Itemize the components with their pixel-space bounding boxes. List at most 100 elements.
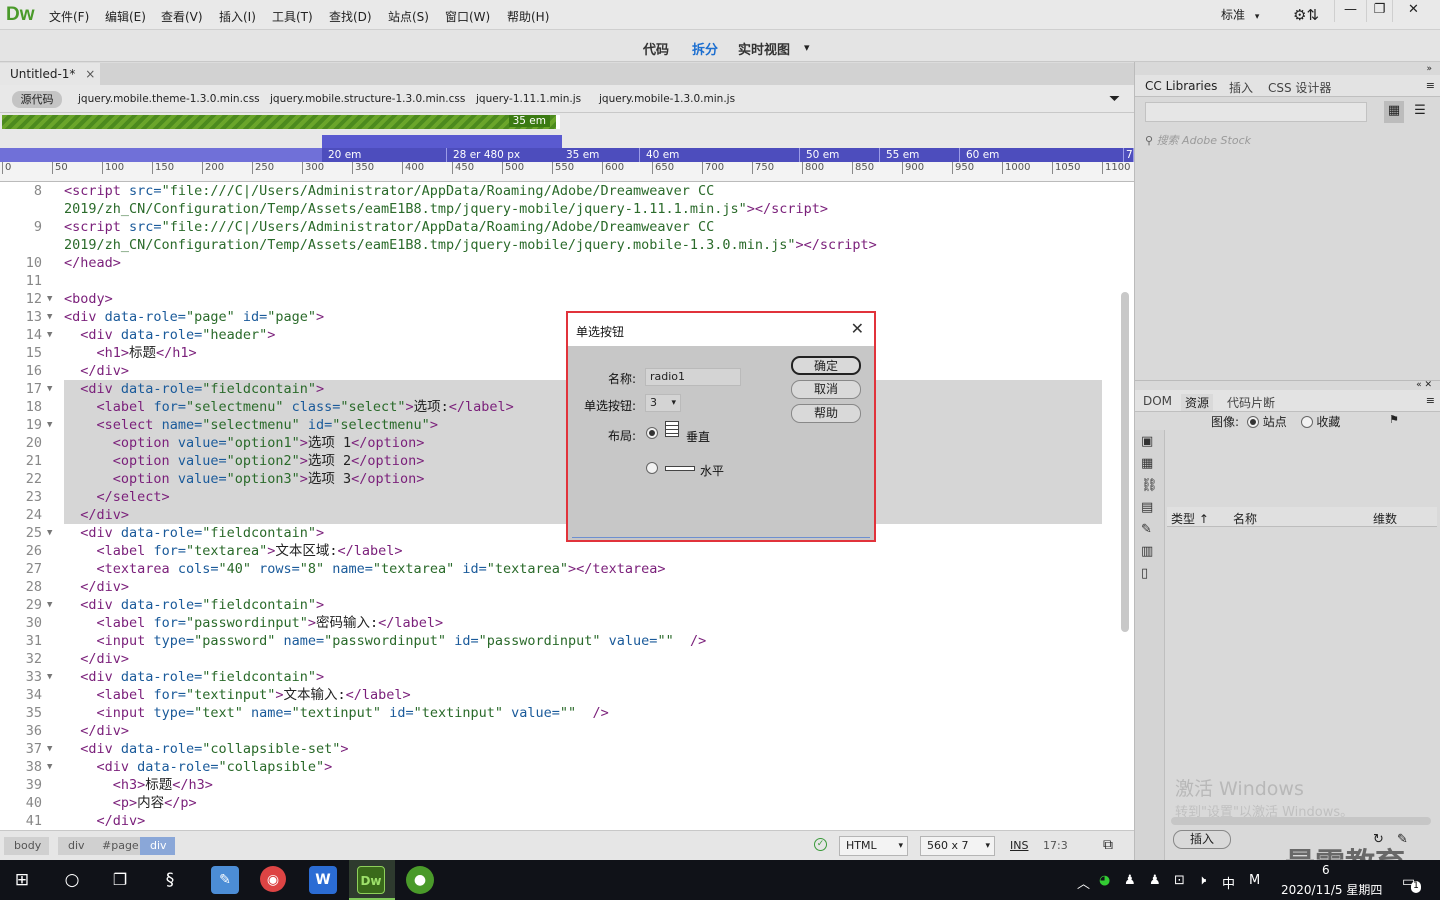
clock-date[interactable]: 2020/11/5 星期四 <box>1281 881 1382 898</box>
window-size-select[interactable]: 560 x 7 ▾ <box>920 836 995 856</box>
mq-segment[interactable]: 7 <box>1124 148 1134 162</box>
wechat-icon[interactable]: ◕ <box>1099 873 1110 888</box>
code-line[interactable]: 35 <input type="text" name="textinput" i… <box>0 704 1134 722</box>
bookmark-icon[interactable]: ⚑ <box>1389 413 1399 426</box>
source-code-button[interactable]: 源代码 <box>12 91 62 108</box>
view-live-button[interactable]: 实时视图 <box>738 39 790 58</box>
qq-icon[interactable]: ♟ <box>1124 873 1136 888</box>
colors-icon[interactable]: ▦ <box>1141 456 1153 471</box>
view-split-button[interactable]: 拆分 <box>692 39 718 58</box>
images-icon[interactable]: ▣ <box>1141 434 1153 449</box>
collapse-panel-icon[interactable]: » <box>1426 64 1432 74</box>
mq-segment[interactable]: 20 em <box>322 148 447 162</box>
ime-lang[interactable]: 中 <box>1222 873 1235 892</box>
mq-segment[interactable]: 50 em <box>800 148 880 162</box>
code-line[interactable]: 28 </div> <box>0 578 1134 596</box>
code-line[interactable]: 10 </head> <box>0 254 1134 272</box>
code-line[interactable]: 26 <label for="textarea">文本区域:</label> <box>0 542 1134 560</box>
site-radio[interactable] <box>1246 416 1259 428</box>
mq-segment[interactable]: 28 er 480 px <box>447 148 562 162</box>
templates-icon[interactable]: ▥ <box>1141 544 1153 559</box>
vertical-radio[interactable] <box>646 427 658 439</box>
fold-toggle-icon[interactable]: ▼ <box>47 380 52 398</box>
tab-assets[interactable]: 资源 <box>1181 394 1214 411</box>
panel-menu-icon[interactable]: ≡ <box>1426 79 1435 92</box>
list-view-icon[interactable]: ☰ <box>1410 101 1430 123</box>
code-line[interactable]: 11 <box>0 272 1134 290</box>
document-tab[interactable]: Untitled-1* × <box>0 63 100 85</box>
help-button[interactable]: 帮助 <box>791 404 861 423</box>
tray-expand-icon[interactable]: ︿ <box>1077 873 1090 892</box>
language-select[interactable]: HTML ▾ <box>839 836 908 856</box>
link-icon[interactable]: ⛓ <box>1141 478 1158 493</box>
ime-mode[interactable]: M <box>1249 873 1260 888</box>
word-icon[interactable]: W <box>309 866 337 894</box>
code-line[interactable]: 31 <input type="password" name="password… <box>0 632 1134 650</box>
code-line[interactable]: 32 </div> <box>0 650 1134 668</box>
volume-icon[interactable]: 🕨 <box>1198 873 1206 888</box>
col-type[interactable]: 类型 ↑ <box>1171 510 1209 527</box>
col-dimensions[interactable]: 维数 <box>1373 510 1397 527</box>
watermelon-icon[interactable]: ● <box>406 866 434 894</box>
breadcrumb-div[interactable]: div <box>58 837 93 855</box>
fold-toggle-icon[interactable]: ▼ <box>47 308 52 326</box>
scripts-icon[interactable]: ✎ <box>1141 522 1152 537</box>
chrome-icon[interactable]: ◉ <box>260 866 286 892</box>
menu-find[interactable]: 查找(D) <box>329 8 372 25</box>
fold-toggle-icon[interactable]: ▼ <box>47 740 52 758</box>
close-button[interactable]: ✕ <box>1392 0 1434 22</box>
mq-segment[interactable]: 35 em <box>560 148 640 162</box>
tab-insert[interactable]: 插入 <box>1229 79 1253 96</box>
qq2-icon[interactable]: ♟ <box>1149 873 1161 888</box>
code-line[interactable]: 34 <label for="textinput">文本输入:</label> <box>0 686 1134 704</box>
code-line[interactable]: 37 ▼ <div data-role="collapsible-set"> <box>0 740 1134 758</box>
code-line[interactable]: 41 </div> <box>0 812 1134 830</box>
stock-search[interactable]: ⚲ 搜索 Adobe Stock <box>1145 132 1431 148</box>
linting-ok-icon[interactable]: ✓ <box>814 838 827 851</box>
library-select[interactable] <box>1145 102 1367 122</box>
tab-css-designer[interactable]: CSS 设计器 <box>1268 79 1331 96</box>
code-line[interactable]: 8 <script src="file:///C|/Users/Administr… <box>0 182 1134 200</box>
fold-toggle-icon[interactable]: ▼ <box>47 668 52 686</box>
favorites-radio[interactable] <box>1300 416 1313 428</box>
library-icon[interactable]: ▯ <box>1141 566 1148 581</box>
clock-time[interactable]: 6 <box>1322 863 1330 877</box>
asset-hscroll[interactable] <box>1171 817 1431 825</box>
count-select[interactable]: 3 ▾ <box>645 394 681 412</box>
name-field[interactable]: radio1 <box>645 368 741 386</box>
tab-snippets[interactable]: 代码片断 <box>1227 394 1275 411</box>
code-line[interactable]: 27 <textarea cols="40" rows="8" name="te… <box>0 560 1134 578</box>
fold-toggle-icon[interactable]: ▼ <box>47 596 52 614</box>
breadcrumb-body[interactable]: body <box>4 837 50 855</box>
code-line[interactable]: 9 <script src="file:///C|/Users/Administr… <box>0 218 1134 236</box>
app-s-icon[interactable]: § <box>156 866 184 894</box>
mq-segment[interactable]: 60 em <box>960 148 1124 162</box>
menu-insert[interactable]: 插入(I) <box>219 8 256 25</box>
code-line[interactable]: 40 <p>内容</p> <box>0 794 1134 812</box>
code-line[interactable]: 38 ▼ <div data-role="collapsible"> <box>0 758 1134 776</box>
related-file-structure-css[interactable]: jquery.mobile.structure-1.3.0.min.css <box>270 93 465 105</box>
code-line[interactable]: 39 <h3>标题</h3> <box>0 776 1134 794</box>
dialog-close-icon[interactable]: ✕ <box>851 319 864 338</box>
live-view-caret-icon[interactable]: ▾ <box>804 41 810 54</box>
mq-segment[interactable]: 55 em <box>880 148 960 162</box>
fold-toggle-icon[interactable]: ▼ <box>47 758 52 776</box>
fold-toggle-icon[interactable]: ▼ <box>47 290 52 308</box>
horizontal-radio[interactable] <box>646 462 658 474</box>
insert-mode[interactable]: INS <box>1010 839 1028 852</box>
notepad-icon[interactable]: ✎ <box>211 866 239 894</box>
mq-segment[interactable]: 40 em <box>640 148 800 162</box>
breadcrumb-div-selected[interactable]: div <box>140 837 175 855</box>
code-line[interactable]: 30 <label for="passwordinput">密码输入:</lab… <box>0 614 1134 632</box>
related-file-jquery-mobile-js[interactable]: jquery.mobile-1.3.0.min.js <box>599 93 735 105</box>
filter-icon[interactable]: ⏷ <box>1109 91 1120 107</box>
menu-file[interactable]: 文件(F) <box>49 8 89 25</box>
grid-view-icon[interactable]: ▦ <box>1384 101 1404 123</box>
restore-button[interactable]: ❐ <box>1366 0 1392 22</box>
panel-collapse-icon[interactable]: « ✕ <box>1416 380 1432 390</box>
tab-cc-libraries[interactable]: CC Libraries <box>1145 79 1217 93</box>
dreamweaver-icon[interactable]: Dw <box>357 866 385 894</box>
tab-close-icon[interactable]: × <box>85 67 95 81</box>
minimize-button[interactable]: — <box>1334 0 1366 22</box>
media-query-range[interactable] <box>322 135 562 148</box>
